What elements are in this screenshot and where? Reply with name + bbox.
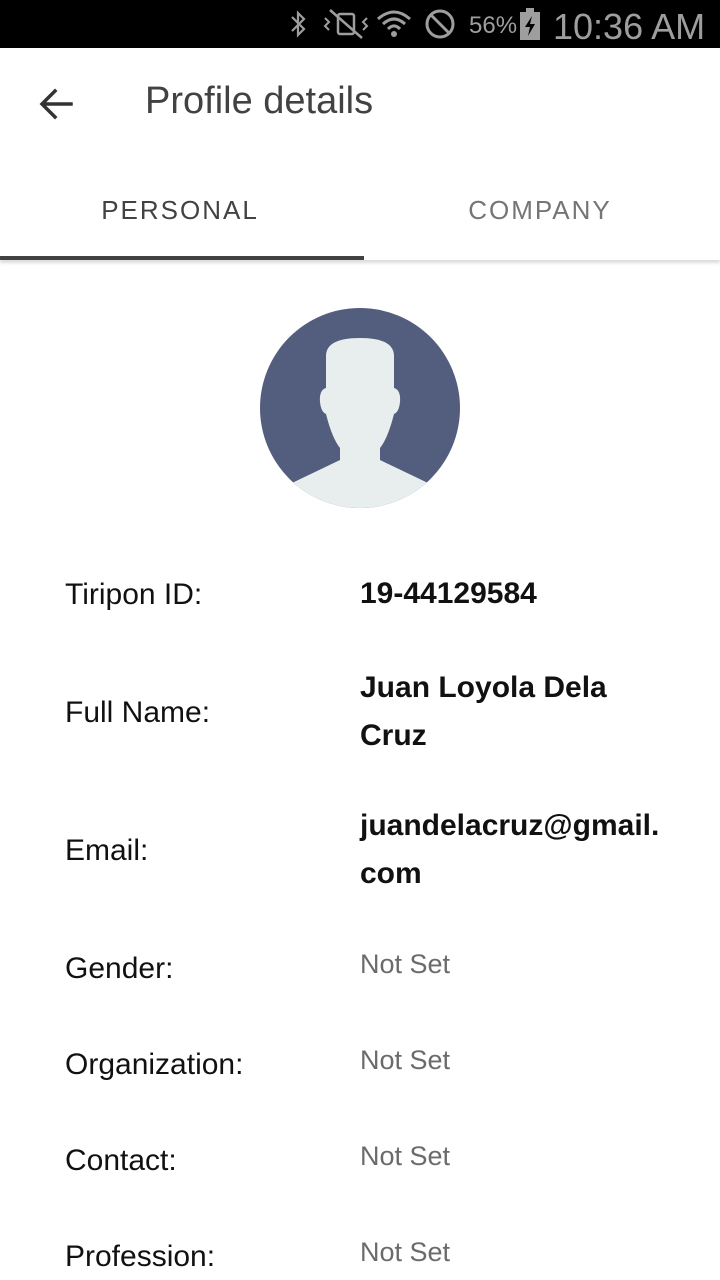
app-bar: Profile details xyxy=(0,48,720,160)
organization-value: Not Set xyxy=(360,1045,451,1075)
wifi-icon xyxy=(377,10,411,37)
email-value: juandelacruz@gmail.com xyxy=(360,809,660,890)
vibrate-icon xyxy=(323,9,369,39)
status-bar: 56% 10:36 AM xyxy=(0,0,720,48)
full-name-value: Juan Loyola Dela Cruz xyxy=(360,671,607,752)
detail-label: Email: xyxy=(65,834,149,867)
arrow-left-icon xyxy=(39,88,73,120)
detail-label: Contact: xyxy=(65,1144,177,1177)
contact-value: Not Set xyxy=(360,1141,451,1171)
status-time: 10:36 AM xyxy=(553,6,706,47)
detail-label: Gender: xyxy=(65,952,174,985)
detail-label: Profession: xyxy=(65,1240,216,1273)
tab-personal[interactable]: PERSONAL xyxy=(0,160,360,260)
battery-charging-icon xyxy=(520,8,540,40)
do-not-disturb-icon xyxy=(425,9,455,39)
tab-indicator xyxy=(0,256,364,260)
profession-value: Not Set xyxy=(360,1237,451,1267)
battery-percent: 56% xyxy=(469,12,518,39)
tiripon-id-value: 19-44129584 xyxy=(360,577,537,610)
tab-bar: PERSONAL COMPANY xyxy=(0,160,720,260)
page-title: Profile details xyxy=(145,80,374,122)
default-user-avatar-icon xyxy=(260,308,460,508)
tab-company[interactable]: COMPANY xyxy=(360,160,720,260)
detail-label: Full Name: xyxy=(65,696,211,729)
detail-label: Tiripon ID: xyxy=(65,578,203,611)
back-button[interactable] xyxy=(20,68,92,140)
gender-value: Not Set xyxy=(360,949,451,979)
bluetooth-icon xyxy=(291,10,306,38)
detail-label: Organization: xyxy=(65,1048,244,1081)
